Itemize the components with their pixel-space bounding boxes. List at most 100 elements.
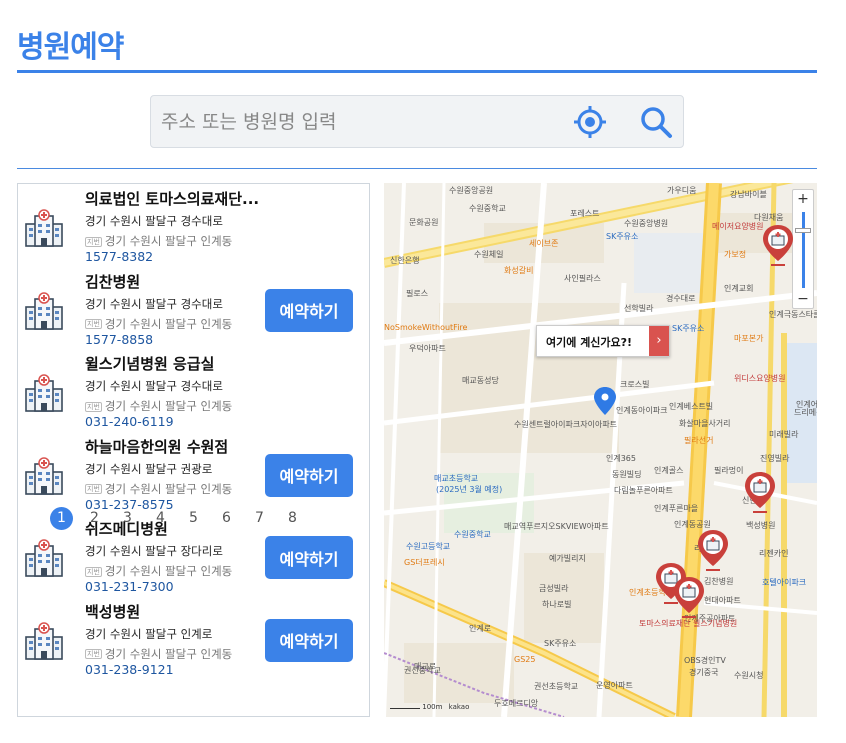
- location-popup[interactable]: 여기에 계신가요?! ›: [536, 325, 670, 357]
- jibun-tag: 지번: [85, 319, 102, 329]
- hospital-building-icon: [25, 209, 63, 247]
- hospital-icon: [24, 538, 64, 578]
- hospital-map-marker[interactable]: [696, 528, 730, 574]
- hospital-name[interactable]: 윌스기념병원 응급실: [85, 353, 214, 374]
- page-8-link[interactable]: 8: [276, 510, 309, 526]
- hospital-lot-address-text: 경기 수원시 팔달구 인계동: [104, 564, 233, 578]
- title-divider: [17, 70, 817, 73]
- zoom-slider-handle[interactable]: [795, 228, 811, 233]
- hospital-phone[interactable]: 031-238-9121: [85, 662, 174, 677]
- search-button[interactable]: [636, 103, 676, 141]
- hospital-marker-icon: [763, 225, 793, 266]
- hospital-lot-address: 지번 경기 수원시 팔달구 인계동: [85, 398, 232, 414]
- hospital-name[interactable]: 의료법인 토마스의료재단...: [85, 188, 259, 209]
- hospital-map-marker[interactable]: [761, 223, 795, 269]
- hospital-icon: [24, 208, 64, 248]
- map-label: 리젠카인: [759, 549, 789, 558]
- hospital-phone[interactable]: 031-240-6119: [85, 414, 174, 429]
- map-label: 수원중학교: [469, 204, 506, 213]
- jibun-tag: 지번: [85, 649, 102, 659]
- hospital-road-address: 경기 수원시 팔달구 권광로: [85, 461, 213, 476]
- map-label: 현대아파트: [704, 596, 741, 605]
- map-canvas: [384, 183, 817, 717]
- zoom-in-button[interactable]: +: [793, 190, 813, 208]
- hospital-lot-address-text: 경기 수원시 팔달구 인계동: [104, 646, 233, 661]
- map-label: 문화공원: [409, 218, 439, 227]
- map-label: 위디스요양병원: [734, 374, 786, 383]
- hospital-list-item[interactable]: 김찬병원 경기 수원시 팔달구 경수대로 지번 경기 수원시 팔달구 인계동 15…: [18, 269, 369, 351]
- book-button[interactable]: 예약하기: [265, 618, 353, 662]
- search-input[interactable]: [161, 96, 561, 147]
- popup-text: 여기에 계신가요?!: [546, 336, 633, 349]
- hospital-phone[interactable]: 031-231-7300: [85, 579, 174, 594]
- hospital-list-item[interactable]: 하늘마음한의원 수원점 경기 수원시 팔달구 권광로 지번 경기 수원시 팔달구 …: [18, 434, 369, 516]
- page-5-link[interactable]: 5: [177, 510, 210, 526]
- hospital-lot-address-text: 경기 수원시 팔달구 인계동: [104, 234, 233, 248]
- map-label: 인계극동스타클래스: [769, 310, 817, 319]
- hospital-marker-icon: [674, 577, 704, 618]
- hospital-lot-address: 지번 경기 수원시 팔달구 인계동: [85, 563, 232, 579]
- map-label: 수원시청: [734, 671, 764, 680]
- map-label: 진영빌라: [760, 454, 790, 463]
- hospital-lot-address: 지번 경기 수원시 팔달구 인계동: [85, 646, 232, 662]
- map-label: (2025년 3월 예정): [436, 485, 503, 494]
- map-label: 경기중국: [689, 668, 719, 677]
- hospital-name[interactable]: 하늘마음한의원 수원점: [85, 436, 228, 457]
- page-7-link[interactable]: 7: [243, 510, 276, 526]
- page-1-link[interactable]: 1: [50, 506, 73, 530]
- map-label: 동원빌딩: [612, 470, 642, 479]
- map-label: 사인필라스: [564, 274, 601, 283]
- page-6-link[interactable]: 6: [210, 510, 243, 526]
- hospital-icon: [24, 291, 64, 331]
- crosshair-icon: [574, 106, 606, 138]
- popup-arrow-button[interactable]: ›: [649, 326, 669, 356]
- page-2-link[interactable]: 2: [78, 510, 111, 526]
- locate-button[interactable]: [570, 103, 610, 141]
- map-label: GS더프레시: [404, 558, 445, 567]
- map-label: 수원센트럴아이파크자이아파트: [514, 420, 618, 429]
- hospital-road-address: 경기 수원시 팔달구 경수대로: [85, 296, 223, 311]
- map-label: 수원중앙병원: [624, 219, 669, 228]
- zoom-slider-track[interactable]: [802, 212, 805, 288]
- book-button[interactable]: 예약하기: [265, 536, 353, 579]
- hospital-list-item[interactable]: 의료법인 토마스의료재단... 경기 수원시 팔달구 경수대로 지번 경기 수원시…: [18, 186, 369, 268]
- map-label: 인계365: [606, 454, 636, 463]
- map-label: 매교동성당: [462, 376, 499, 385]
- hospital-map-marker[interactable]: [672, 575, 706, 621]
- hospital-lot-address: 지번 경기 수원시 팔달구 인계동: [85, 481, 232, 497]
- map-label: 신한은행: [390, 256, 420, 265]
- map-label: 매교초등학교: [434, 474, 479, 483]
- map-label: 선학빌라: [624, 304, 654, 313]
- map-label: 수원체일: [474, 250, 504, 259]
- hospital-list-item[interactable]: 윌스기념병원 응급실 경기 수원시 팔달구 경수대로 지번 경기 수원시 팔달구 …: [18, 351, 369, 433]
- hospital-building-icon: [25, 539, 63, 577]
- map-label: 수원중앙공원: [449, 186, 494, 195]
- hospital-name[interactable]: 김찬병원: [85, 271, 140, 292]
- book-button[interactable]: 예약하기: [265, 453, 353, 497]
- hospital-name[interactable]: 백성병원: [85, 601, 140, 622]
- map-label: 가우디움: [667, 186, 697, 195]
- book-button[interactable]: 예약하기: [265, 288, 353, 332]
- map-label: 화살마을사거리: [679, 419, 731, 428]
- map-label: 다림놀푸른아파트: [614, 486, 673, 495]
- map[interactable]: 수원중앙공원 문화공원 수원중학교 포레스트 SK주유소 가우디움 강남바이블 다원채움 신한은…: [384, 183, 817, 717]
- hospital-list-item[interactable]: 백성병원 경기 수원시 팔달구 인계로 지번 경기 수원시 팔달구 인계동 031…: [18, 599, 369, 681]
- hospital-road-address: 경기 수원시 팔달구 인계로: [85, 626, 213, 641]
- hospital-list: 의료법인 토마스의료재단... 경기 수원시 팔달구 경수대로 지번 경기 수원시…: [17, 183, 370, 717]
- zoom-out-button[interactable]: −: [793, 290, 813, 308]
- page-3-link[interactable]: 3: [111, 510, 144, 526]
- map-label: 인계골스: [654, 466, 684, 475]
- page-4-link[interactable]: 4: [144, 510, 177, 526]
- map-label: 권선초등학교: [534, 682, 579, 691]
- hospital-lot-address-text: 경기 수원시 팔달구 인계동: [104, 481, 233, 496]
- hospital-phone[interactable]: 1577-8858: [85, 332, 153, 347]
- hospital-map-marker[interactable]: [743, 470, 777, 516]
- section-divider: [17, 168, 817, 169]
- hospital-building-icon: [25, 374, 63, 412]
- hospital-marker-icon: [698, 530, 728, 571]
- hospital-lot-address-text: 경기 수원시 팔달구 인계동: [104, 316, 233, 331]
- search-icon: [641, 107, 672, 138]
- map-label: 화성갈비: [504, 266, 534, 275]
- map-label: GS25: [514, 655, 536, 664]
- hospital-phone[interactable]: 1577-8382: [85, 249, 153, 264]
